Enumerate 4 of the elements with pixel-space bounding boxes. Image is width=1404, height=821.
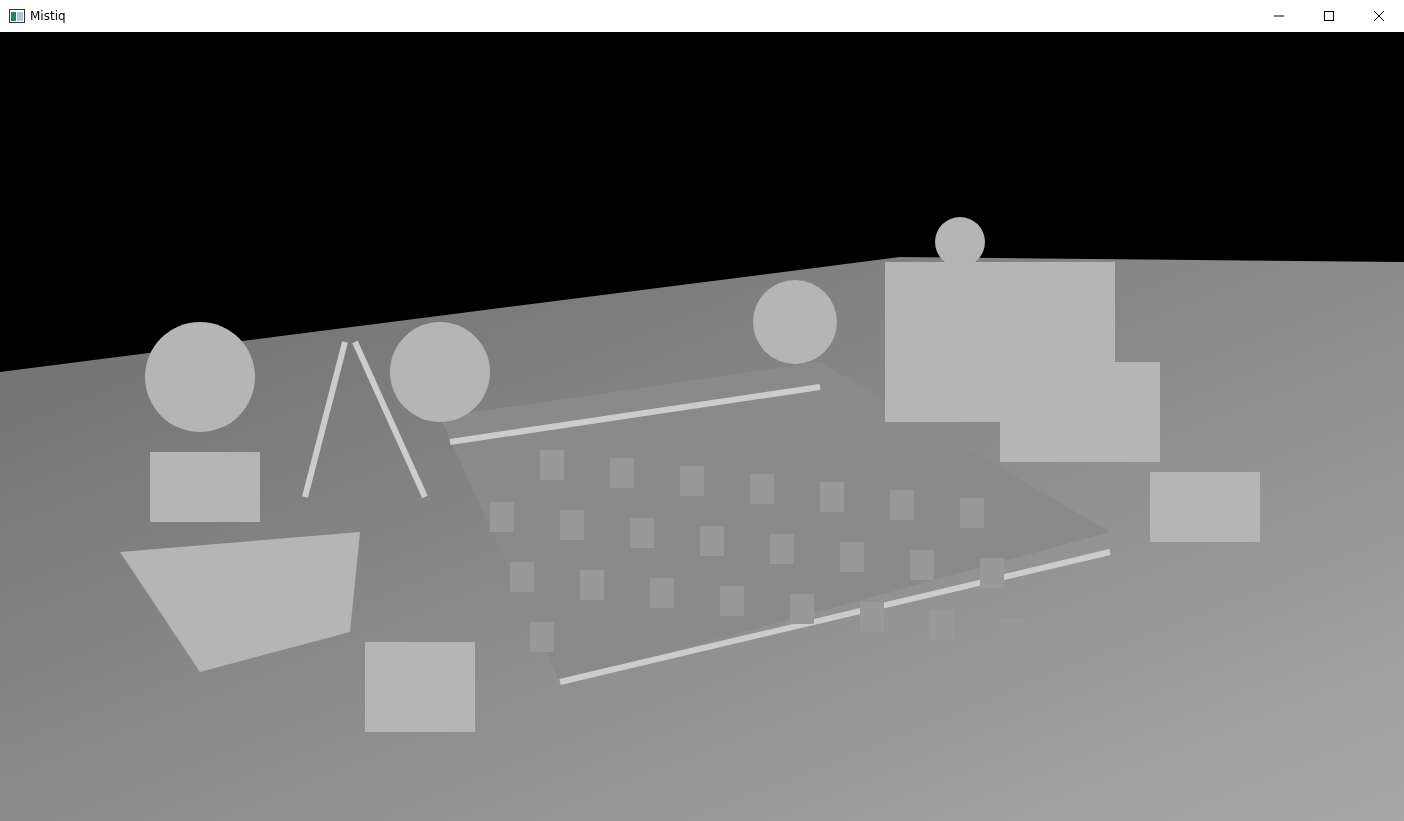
maximize-icon [1323,10,1335,22]
window-title: Mistiq [30,9,66,23]
close-icon [1373,10,1385,22]
app-icon [9,9,25,23]
